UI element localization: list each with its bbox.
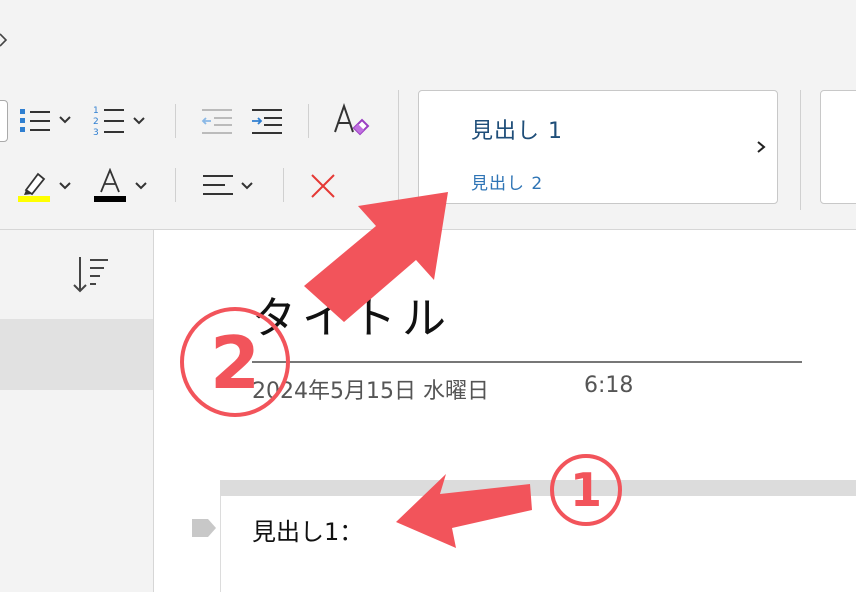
align-left-icon xyxy=(203,175,233,195)
bullet-list-button[interactable] xyxy=(18,104,72,136)
font-size-field[interactable] xyxy=(0,100,8,142)
clear-formatting-icon[interactable] xyxy=(332,102,372,138)
divider xyxy=(283,168,284,202)
annotation-number-1-label: 1 xyxy=(570,463,602,517)
divider xyxy=(800,90,801,210)
numbered-list-button[interactable]: 1 2 3 xyxy=(92,104,146,138)
title-underline xyxy=(252,361,802,363)
note-container-border xyxy=(220,480,221,592)
divider xyxy=(398,90,399,210)
chevron-down-icon[interactable] xyxy=(134,181,148,191)
increase-indent-icon[interactable] xyxy=(250,106,284,136)
annotation-number-2: 2 xyxy=(180,307,290,417)
chevron-down-icon[interactable] xyxy=(58,181,72,191)
highlight-color-button[interactable] xyxy=(18,168,72,204)
chevron-right-icon[interactable] xyxy=(755,139,767,155)
paragraph-alignment-button[interactable] xyxy=(202,172,254,200)
style-heading-2[interactable]: 見出し 2 xyxy=(471,169,543,194)
svg-text:3: 3 xyxy=(93,128,99,138)
divider xyxy=(308,104,309,138)
bullet-list-icon xyxy=(20,109,50,132)
styles-gallery: 見出し 1 見出し 2 xyxy=(418,90,778,204)
divider xyxy=(175,104,176,138)
page-time: 6:18 xyxy=(584,373,634,398)
font-color-button[interactable] xyxy=(94,168,148,204)
page-list-sidebar xyxy=(0,230,154,592)
annotation-number-1: 1 xyxy=(550,454,622,526)
font-color-icon xyxy=(94,168,126,202)
delete-icon[interactable] xyxy=(310,173,336,199)
page-list-item-selected[interactable] xyxy=(0,319,153,390)
chevron-down-icon[interactable] xyxy=(132,116,146,126)
annotation-number-2-label: 2 xyxy=(210,321,260,405)
style-heading-1[interactable]: 見出し 1 xyxy=(471,113,563,145)
ribbon: 1 2 3 見出し 1 見出し 2 xyxy=(0,0,856,230)
paragraph-tag-icon[interactable] xyxy=(190,517,218,539)
ribbon-collapse-caret-icon[interactable] xyxy=(0,30,14,50)
sort-icon[interactable] xyxy=(72,255,110,295)
chevron-down-icon[interactable] xyxy=(58,115,72,125)
decrease-indent-icon[interactable] xyxy=(200,106,234,136)
svg-text:2: 2 xyxy=(93,117,99,127)
note-container-header[interactable] xyxy=(221,480,856,496)
tags-gallery[interactable] xyxy=(820,90,856,204)
divider xyxy=(175,168,176,202)
chevron-down-icon[interactable] xyxy=(240,181,254,191)
svg-text:1: 1 xyxy=(93,106,99,116)
paragraph-text[interactable]: 見出し1： xyxy=(252,512,363,547)
highlighter-icon xyxy=(18,172,50,202)
numbered-list-icon: 1 2 3 xyxy=(93,106,124,138)
